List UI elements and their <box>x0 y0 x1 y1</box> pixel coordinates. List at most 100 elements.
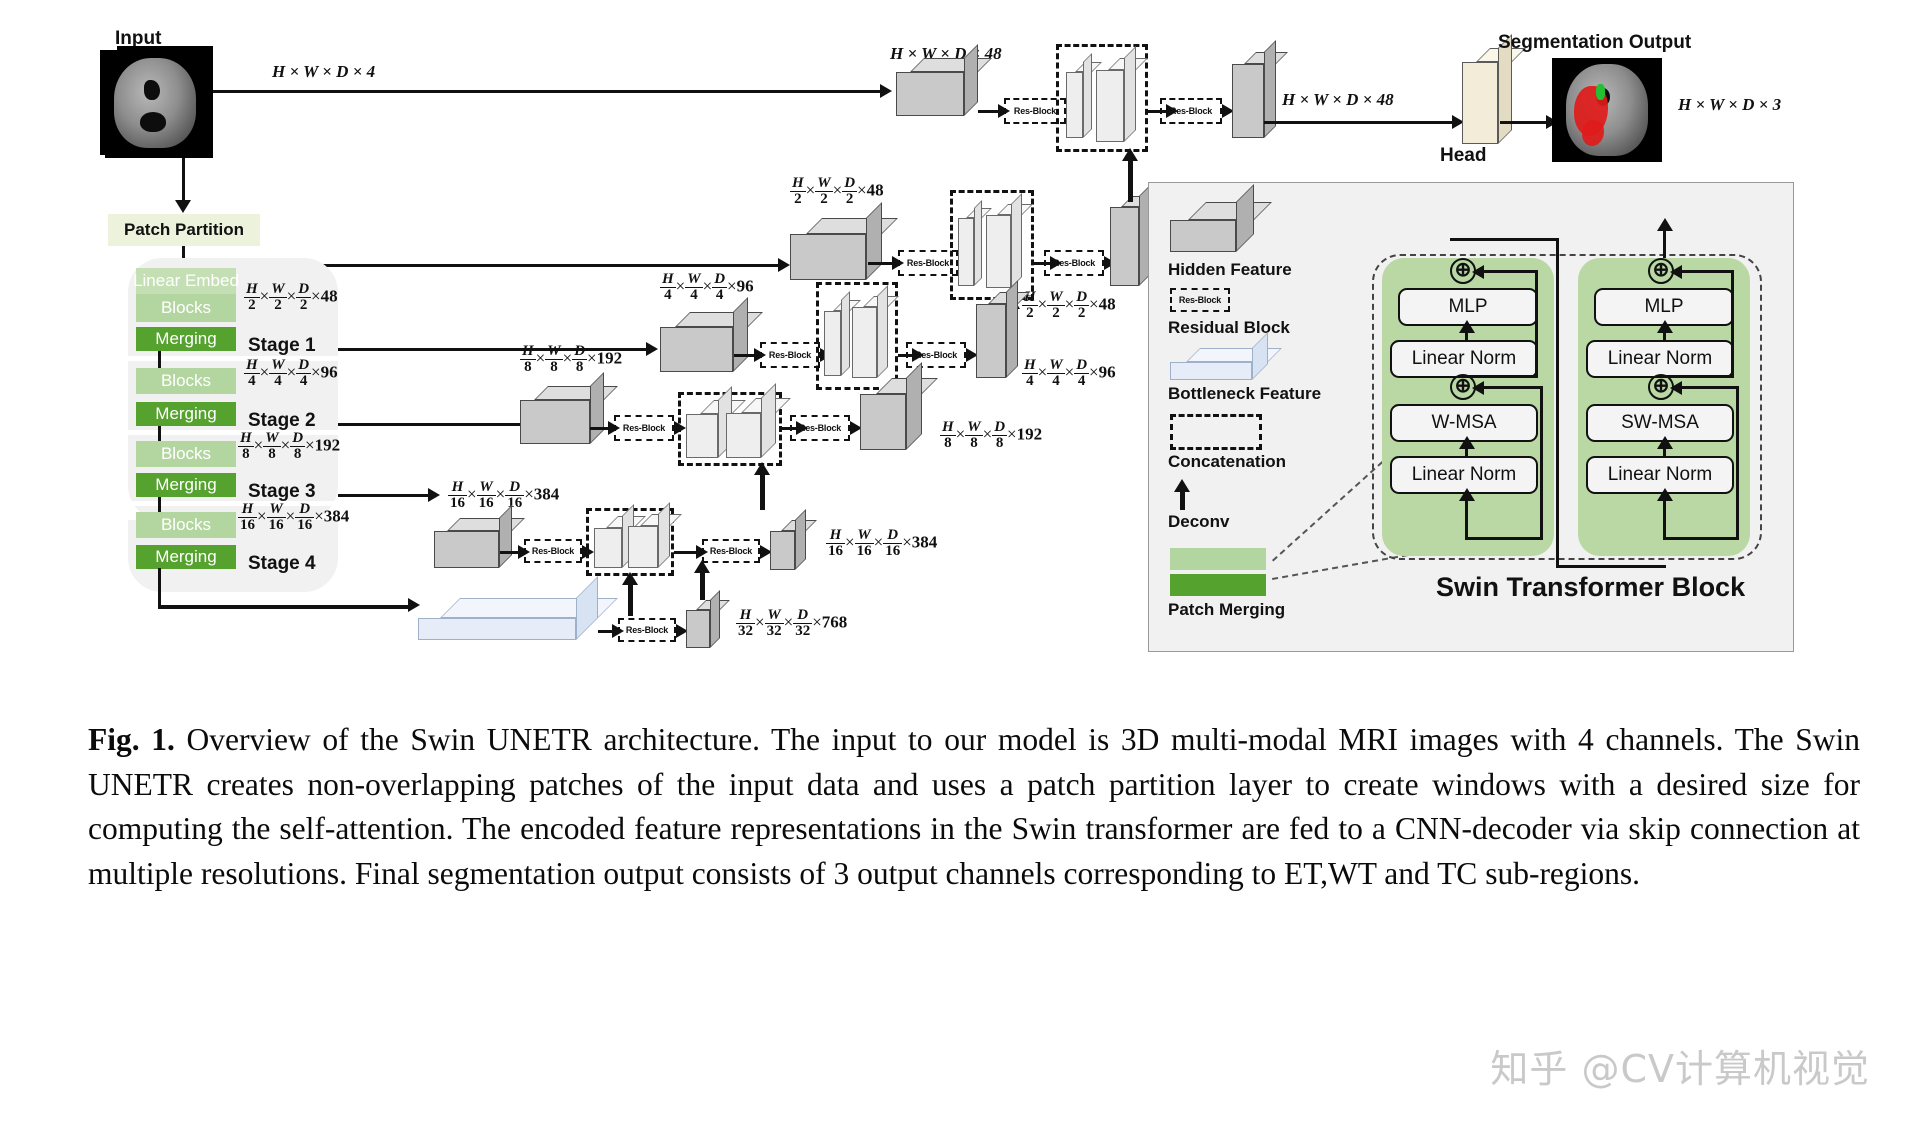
row3-res-block-1[interactable]: Res-Block <box>614 415 674 441</box>
arrowhead-skip-row0 <box>778 258 790 272</box>
row1-res-block-1[interactable]: Res-Block <box>898 250 958 276</box>
row3-res-block-2[interactable]: Res-Block <box>790 415 850 441</box>
row1-concat-slab-b <box>986 193 1033 288</box>
row5-out-dim: H 32 × W 32 × D 32 ×768 <box>736 607 848 639</box>
legend-residual-block-label: Residual Block <box>1168 318 1290 337</box>
swin-col2-res2-arrow <box>1670 265 1682 279</box>
row3-feature-dim: H 8 × W 8 × D 8 ×192 <box>520 343 623 375</box>
head-label: Head <box>1440 145 1487 166</box>
stage4-channels: 384 <box>323 506 350 526</box>
stage4-merging[interactable]: Merging <box>136 545 236 569</box>
swin-col2-arrow-attn <box>1657 436 1673 449</box>
legend-concatenation-label: Concatenation <box>1168 452 1287 471</box>
stage3-blocks[interactable]: Blocks <box>136 441 236 467</box>
row1-hidden-feature <box>790 202 898 280</box>
row2-concat-slab-a <box>824 291 861 376</box>
row1-concat-slab-a <box>958 200 992 286</box>
row1-link-1 <box>868 262 894 265</box>
arrowhead-input-top <box>880 84 892 98</box>
row2-out-feature <box>976 280 1030 378</box>
stage4-dim: H 16 × W 16 × D 16 ×384 <box>238 501 350 533</box>
swin-col1-res2-arrow <box>1472 265 1484 279</box>
row4-res-block-2[interactable]: Res-Block <box>702 539 760 563</box>
stage3-channels: 192 <box>314 435 341 455</box>
deconv-row4-head <box>622 572 638 585</box>
row5-channels: 768 <box>821 612 848 632</box>
deconv-row0-head <box>1122 148 1138 161</box>
row1-channels: 48 <box>866 180 884 200</box>
row1-out-dim: H 2 × W 2 × D 2 ×48 <box>1022 289 1116 321</box>
deconv-row3-head <box>754 462 770 475</box>
swin-col2-input-arrow <box>1657 488 1673 501</box>
row4-out-channels: 384 <box>911 532 938 552</box>
swin-col1-norm-top[interactable]: Linear Norm <box>1390 340 1538 378</box>
stage1-channels: 48 <box>320 286 338 306</box>
row0-to-head <box>1264 121 1454 124</box>
row1-res-block-2[interactable]: Res-Block <box>1044 250 1104 276</box>
row2-concat-slab-b <box>852 285 899 378</box>
skip-connection-row3 <box>338 494 430 497</box>
legend-hidden-feature-label: Hidden Feature <box>1168 260 1292 279</box>
figure-diagram: Input H × W × D × 4 Patch Partition Line… <box>0 0 1932 700</box>
legend-bottleneck-feature-label: Bottleneck Feature <box>1168 384 1322 403</box>
swin-col1-res1-v <box>1540 386 1543 540</box>
row4-link-1 <box>500 551 520 554</box>
row2-feature-dim: H 4 × W 4 × D 4 ×96 <box>660 271 754 303</box>
stage1-blocks[interactable]: Blocks <box>136 294 236 322</box>
deconv-row5-head <box>694 560 710 573</box>
row3-link-1 <box>590 427 610 430</box>
stage1-merging[interactable]: Merging <box>136 327 236 351</box>
stage3-merging[interactable]: Merging <box>136 473 236 497</box>
row0-hidden-feature <box>896 44 992 116</box>
swin-col1-arrow-attn <box>1459 436 1475 449</box>
legend-hidden-feature-icon <box>1170 184 1272 252</box>
swin-col1-res2-v <box>1535 270 1538 378</box>
output-dim-label: H × W × D × 3 <box>1678 95 1782 114</box>
legend-bottleneck-feature-icon <box>1170 332 1282 380</box>
arrow-input-to-patch <box>182 158 185 204</box>
swin-col2-res2-v <box>1731 270 1734 378</box>
row0-out-feature <box>1232 40 1288 138</box>
swin-col2-res2-h <box>1663 375 1733 378</box>
stage3-dim: H 8 × W 8 × D 8 ×192 <box>238 430 341 462</box>
row4-res-block-1[interactable]: Res-Block <box>524 539 582 563</box>
row2-res-block-1[interactable]: Res-Block <box>760 342 820 368</box>
head-block[interactable] <box>1462 34 1526 144</box>
swin-col1-input-arrow <box>1459 488 1475 501</box>
stage1-dim: H 2 × W 2 × D 2 ×48 <box>244 281 338 313</box>
stage3-label: Stage 3 <box>248 481 316 502</box>
swin-output-arrow <box>1657 218 1673 231</box>
row3-hidden-feature <box>520 372 618 444</box>
arrow-stage4-down <box>158 568 161 608</box>
swin-col2-norm-top[interactable]: Linear Norm <box>1586 340 1734 378</box>
swin-col2-res1-h <box>1663 537 1739 540</box>
row3-out-feature <box>860 362 938 450</box>
stage2-blocks[interactable]: Blocks <box>136 368 236 394</box>
row5-out-feature <box>686 590 730 648</box>
row0-concat-slab-a <box>1066 53 1102 138</box>
row2-res-block-2[interactable]: Res-Block <box>906 342 966 368</box>
input-mri-slice <box>100 50 210 155</box>
row1-feature-dim: H 2 × W 2 × D 2 ×48 <box>790 175 884 207</box>
legend-patch-merging-light <box>1170 548 1266 570</box>
swin-col2-res1-arrow <box>1670 381 1682 395</box>
row2-out-channels: 96 <box>1098 362 1116 382</box>
stage4-label: Stage 4 <box>248 553 316 574</box>
caption-text: Overview of the Swin UNETR architecture.… <box>88 722 1860 892</box>
patch-partition-box[interactable]: Patch Partition <box>108 214 260 246</box>
row1-out-channels: 48 <box>1098 294 1116 314</box>
stage4-blocks[interactable]: Blocks <box>136 512 236 538</box>
bottleneck-feature-slab <box>418 576 618 640</box>
row4-concat-slab-b <box>628 502 682 568</box>
swin-block-title: Swin Transformer Block <box>1436 572 1746 602</box>
stage2-channels: 96 <box>320 362 338 382</box>
linear-embed-block[interactable]: Linear Embed <box>133 268 239 294</box>
legend-deconv-icon <box>1174 479 1190 492</box>
stage2-merging[interactable]: Merging <box>136 402 236 426</box>
row5-res-block[interactable]: Res-Block <box>618 618 676 642</box>
skip-connection-row2 <box>338 423 524 426</box>
swin-col2-res1-v <box>1736 386 1739 540</box>
legend-deconv-label: Deconv <box>1168 512 1230 531</box>
row0-res-block-2[interactable]: Res-Block <box>1160 98 1222 124</box>
figure-caption: Fig. 1. Overview of the Swin UNETR archi… <box>88 718 1860 897</box>
